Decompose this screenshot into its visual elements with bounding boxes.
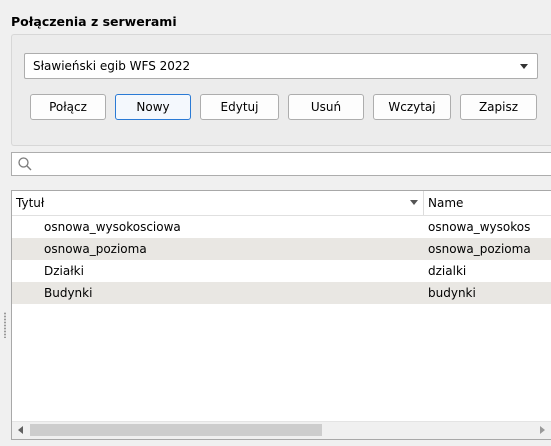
cell-title: osnowa_wysokosciowa bbox=[44, 220, 181, 234]
cell-name: osnowa_pozioma bbox=[428, 242, 531, 256]
scrollbar-thumb[interactable] bbox=[30, 424, 322, 436]
connect-button-label: Połącz bbox=[49, 100, 87, 114]
remove-button[interactable]: Usuń bbox=[288, 94, 364, 120]
edit-button-label: Edytuj bbox=[220, 100, 259, 114]
remove-button-label: Usuń bbox=[310, 100, 342, 114]
new-button[interactable]: Nowy bbox=[115, 94, 191, 120]
edit-button[interactable]: Edytuj bbox=[200, 94, 279, 120]
search-icon bbox=[18, 157, 32, 171]
chevron-down-icon bbox=[520, 64, 528, 69]
search-field[interactable] bbox=[11, 152, 551, 176]
cell-title: Budynki bbox=[44, 286, 93, 300]
column-header-name-label: Name bbox=[428, 196, 464, 210]
section-title: Połączenia z serwerami bbox=[11, 14, 177, 29]
column-header-name[interactable]: Name bbox=[424, 191, 551, 215]
connection-select[interactable]: Sławieński egib WFS 2022 bbox=[24, 53, 538, 79]
cell-name: budynki bbox=[428, 286, 476, 300]
new-button-label: Nowy bbox=[136, 100, 170, 114]
cell-title: Działki bbox=[44, 264, 84, 278]
table-row[interactable]: osnowa_pozioma osnowa_pozioma bbox=[12, 238, 551, 260]
sort-down-icon bbox=[410, 200, 418, 205]
save-button-label: Zapisz bbox=[478, 100, 519, 114]
connection-select-value: Sławieński egib WFS 2022 bbox=[33, 59, 191, 73]
table-row[interactable]: Budynki budynki bbox=[12, 282, 551, 304]
load-button-label: Wczytaj bbox=[388, 100, 436, 114]
cell-title: osnowa_pozioma bbox=[44, 242, 147, 256]
scroll-left-icon[interactable] bbox=[18, 426, 23, 434]
column-header-title-label: Tytuł bbox=[16, 196, 45, 210]
horizontal-scrollbar[interactable] bbox=[12, 421, 551, 439]
server-connections-group bbox=[11, 34, 551, 146]
cell-name: osnowa_wysokos bbox=[428, 220, 531, 234]
layers-table: Tytuł Name osnowa_wysokosciowa osnowa_wy… bbox=[11, 190, 551, 440]
resize-grip-icon[interactable] bbox=[4, 312, 6, 338]
save-button[interactable]: Zapisz bbox=[460, 94, 537, 120]
table-header: Tytuł Name bbox=[12, 191, 551, 216]
search-input[interactable] bbox=[38, 155, 542, 175]
cell-name: dzialki bbox=[428, 264, 467, 278]
load-button[interactable]: Wczytaj bbox=[373, 94, 451, 120]
column-header-title[interactable]: Tytuł bbox=[12, 191, 423, 215]
table-row[interactable]: osnowa_wysokosciowa osnowa_wysokos bbox=[12, 216, 551, 238]
table-row[interactable]: Działki dzialki bbox=[12, 260, 551, 282]
scroll-right-icon[interactable] bbox=[540, 426, 545, 434]
connect-button[interactable]: Połącz bbox=[30, 94, 106, 120]
